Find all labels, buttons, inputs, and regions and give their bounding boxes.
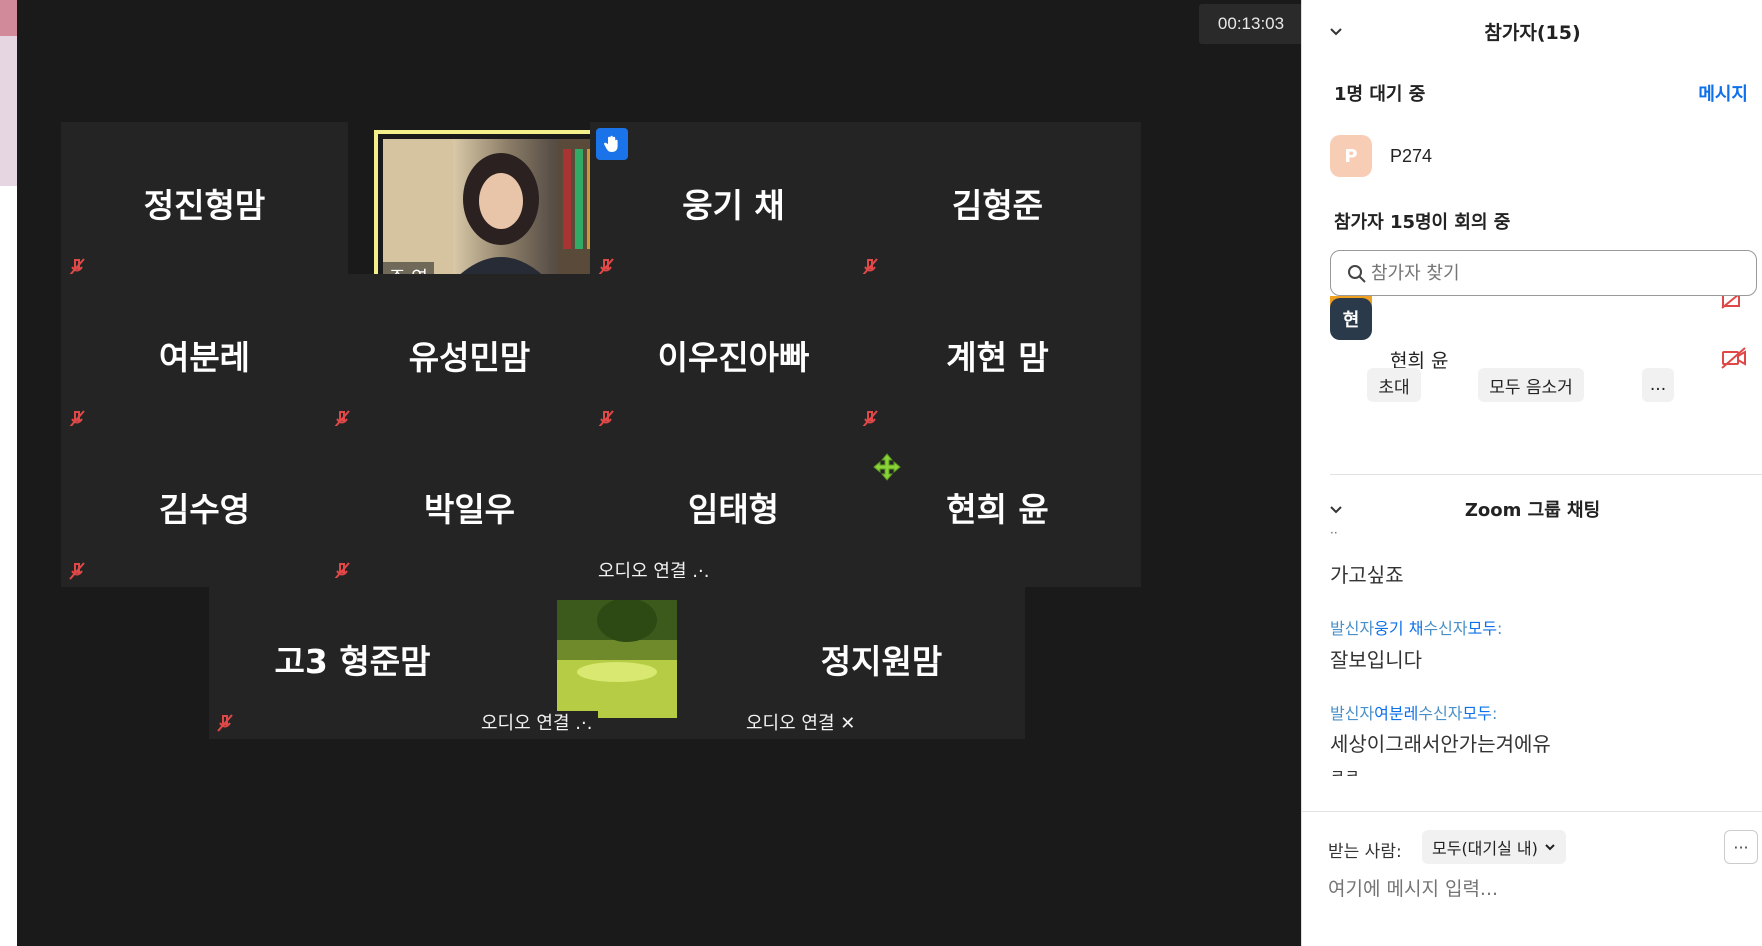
video-tile[interactable]: 정진형맘 — [61, 122, 348, 283]
video-tile[interactable]: 김수영 — [61, 426, 348, 587]
audio-disconnected-label: 오디오 연결 ✕ — [740, 711, 862, 737]
colon: : — [1497, 619, 1503, 638]
muted-mic-icon — [217, 714, 233, 732]
recipient-prefix: 수신자 — [1418, 704, 1463, 723]
avatar: 현 — [1330, 298, 1372, 340]
participant-name: 김수영 — [158, 489, 251, 529]
video-tile[interactable]: 오디오 연결 .·. — [473, 578, 760, 739]
video-tile[interactable]: 박일우 — [326, 426, 613, 587]
video-tile[interactable]: 고3 형준맘 — [209, 578, 496, 739]
gallery-view: 00:13:03 정진형맘 주 연 웅기 채 김형준 — [17, 0, 1301, 946]
search-icon — [1348, 265, 1366, 283]
chat-fragment: ·· — [1330, 526, 1338, 540]
audio-connecting-label: 오디오 연결 .·. — [475, 711, 599, 737]
chat-sender-line: 발신자웅기 채수신자모두: — [1330, 615, 1502, 639]
camera-off-icon[interactable] — [1720, 346, 1748, 370]
more-button[interactable]: ... — [1642, 368, 1674, 402]
chevron-down-icon — [1545, 844, 1555, 851]
video-tile[interactable]: 정지원맘 오디오 연결 ✕ — [738, 578, 1025, 739]
participant-name: 현희 윤 — [946, 489, 1049, 529]
participant-name: 김형준 — [951, 185, 1044, 225]
video-tile[interactable]: 계현 맘 — [854, 274, 1141, 435]
move-cursor-icon — [873, 453, 901, 481]
divider — [1302, 811, 1762, 812]
waiting-participant-name[interactable]: P274 — [1390, 146, 1432, 167]
sender-prefix: 발신자 — [1330, 704, 1375, 723]
video-tile[interactable]: 이우진아빠 — [590, 274, 877, 435]
participant-name: 고3 형준맘 — [274, 641, 431, 681]
participant-name: 여분레 — [158, 337, 251, 377]
participant-name: 웅기 채 — [682, 185, 785, 225]
participant-name: 박일우 — [423, 489, 516, 529]
muted-mic-icon — [69, 562, 85, 580]
colon: : — [1491, 704, 1498, 723]
divider — [1330, 474, 1762, 475]
meeting-timer: 00:13:03 — [1199, 4, 1301, 44]
background-window-accent — [0, 0, 17, 36]
search-input[interactable] — [1371, 259, 1741, 287]
chat-message-partial: ㅋㅋ — [1330, 766, 1360, 776]
recipient-name[interactable]: 모두 — [1463, 704, 1492, 723]
mute-all-button[interactable]: 모두 음소거 — [1478, 368, 1584, 402]
participant-name: 계현 맘 — [946, 337, 1049, 377]
participants-title: 참가자(15) — [1484, 22, 1581, 44]
close-icon: ✕ — [840, 713, 856, 734]
avatar: P — [1330, 135, 1372, 177]
chat-message: 가고싶죠 — [1330, 563, 1404, 587]
video-tile[interactable]: 김형준 — [854, 122, 1141, 283]
sender-name[interactable]: 여분레 — [1374, 704, 1418, 723]
video-tile[interactable]: 임태형 오디오 연결 .·. — [590, 426, 877, 587]
participant-name: 정진형맘 — [143, 185, 266, 225]
sender-prefix: 발신자 — [1330, 619, 1375, 638]
recipient-prefix: 수신자 — [1423, 619, 1468, 638]
invite-button[interactable]: 초대 — [1367, 368, 1421, 402]
chat-title: Zoom 그룹 채팅 — [1464, 500, 1601, 521]
left-window-edge — [0, 0, 17, 946]
recipient-value: 모두(대기실 내) — [1432, 839, 1538, 858]
more-options-button[interactable]: ··· — [1724, 830, 1758, 864]
participant-name: 이우진아빠 — [657, 337, 810, 377]
participant-search[interactable] — [1330, 250, 1757, 296]
profile-picture — [557, 600, 677, 718]
chat-message-clip: ㅋㅋ — [1330, 762, 1530, 776]
participant-name: 유성민맘 — [408, 337, 531, 377]
connecting-dots-icon: .·. — [575, 713, 593, 734]
video-tile[interactable]: 유성민맘 — [326, 274, 613, 435]
in-meeting-label: 참가자 15명이 회의 중 — [1334, 212, 1511, 233]
video-tile[interactable]: 현희 윤 — [854, 426, 1141, 587]
chat-message: 세상이그래서안가는겨에유 — [1330, 732, 1551, 756]
camera-off-icon — [1721, 296, 1740, 309]
video-tile[interactable]: 여분레 — [61, 274, 348, 435]
chat-sender-line: 발신자여분레수신자모두: — [1330, 700, 1497, 724]
chat-message: 잘보입니다 — [1330, 648, 1422, 672]
waiting-room-label: 1명 대기 중 — [1334, 84, 1426, 105]
recipient-dropdown[interactable]: 모두(대기실 내) — [1422, 830, 1566, 864]
recipient-name[interactable]: 모두 — [1468, 619, 1497, 638]
message-button[interactable]: 메시지 — [1698, 80, 1748, 106]
background-window-accent — [0, 36, 17, 186]
recipient-label: 받는 사람: — [1328, 842, 1402, 862]
video-tile[interactable]: 웅기 채 — [590, 122, 877, 283]
side-panel: 참가자(15) 1명 대기 중 메시지 P P274 참가자 15명이 회의 중… — [1301, 0, 1762, 946]
sender-name[interactable]: 웅기 채 — [1374, 619, 1423, 638]
chat-message-input[interactable] — [1328, 872, 1748, 906]
